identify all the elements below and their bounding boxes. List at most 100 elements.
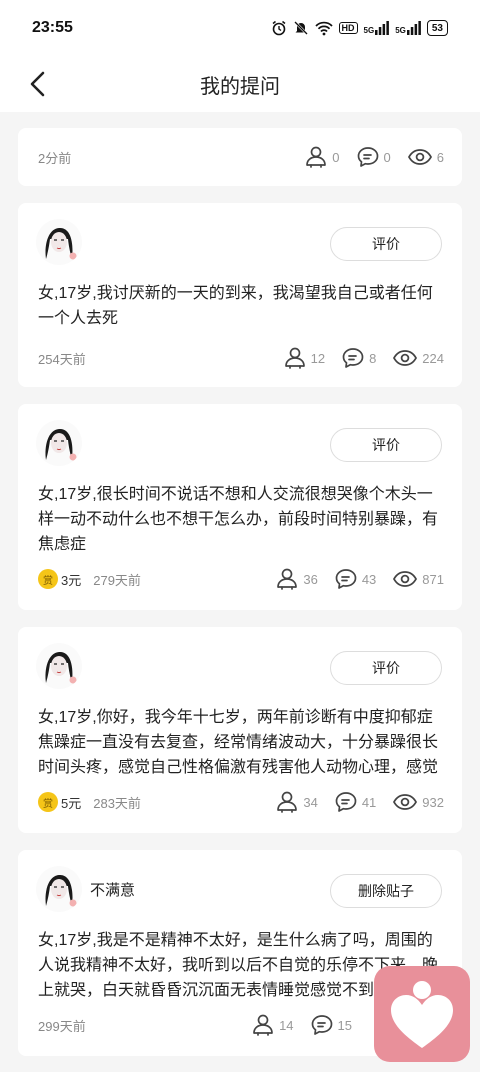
- wifi-icon: [314, 21, 333, 36]
- person-icon: [253, 1014, 273, 1036]
- person-icon: [277, 568, 298, 590]
- view-count-value: 871: [422, 571, 444, 587]
- question-text: 女,17岁,很长时间不说话不想和人交流很想哭像个木头一样一动不动什么也不想干怎么…: [38, 486, 439, 553]
- rate-button[interactable]: 评价: [330, 227, 442, 261]
- post-time: 299天前: [38, 1018, 86, 1034]
- eye-icon: [393, 571, 418, 587]
- person-icon: [284, 347, 305, 369]
- battery-indicator: 53: [426, 20, 448, 36]
- answer-count: 0: [304, 146, 340, 168]
- avatar-image: [36, 643, 82, 689]
- card-header: 不满意: [36, 866, 135, 912]
- post-time: 254天前: [38, 351, 86, 367]
- card-footer: 赏 3元 279天前 36 43 871: [38, 568, 444, 590]
- question-card[interactable]: 评价 女,17岁,很长时间不说话不想和人交流很想哭像个木头一样一动不动什么也不想…: [18, 404, 462, 610]
- card-footer: 2分前 0 0 6: [38, 146, 444, 168]
- signal-icon-1: 5G: [364, 21, 390, 35]
- comment-count: 41: [334, 791, 376, 813]
- avatar[interactable]: [36, 643, 82, 689]
- answer-count-value: 14: [279, 1017, 294, 1033]
- comment-count-value: 43: [361, 571, 377, 587]
- person-icon: [306, 146, 327, 168]
- answer-count: 12: [283, 347, 325, 369]
- view-count: 871: [392, 569, 444, 589]
- answer-count: 34: [275, 791, 318, 813]
- answer-count-value: 36: [303, 571, 318, 587]
- answer-count-value: 12: [310, 350, 326, 366]
- status-bar: 23:55 HD 5G 5G 53: [0, 0, 480, 56]
- post-time: 283天前: [93, 795, 141, 811]
- reward-coin-icon: 赏: [38, 569, 58, 589]
- signal-icon-2: 5G: [395, 21, 421, 35]
- view-count: 224: [392, 348, 444, 368]
- question-text: 女,17岁,你好，我今年十七岁，两年前诊断有中度抑郁症焦躁症一直没有去复查，经常…: [38, 709, 439, 776]
- comment-count: 15: [310, 1014, 352, 1036]
- page-header: 我的提问: [0, 56, 480, 112]
- avatar-image: [36, 219, 82, 265]
- question-card[interactable]: 2分前 0 0 6: [18, 128, 462, 186]
- avatar-image: [36, 420, 82, 466]
- rate-button[interactable]: 评价: [330, 651, 442, 685]
- signal-label-1: 5G: [363, 26, 375, 35]
- comment-count: 8: [341, 347, 376, 369]
- hd-icon: HD: [338, 22, 358, 34]
- post-time: 2分前: [38, 150, 72, 166]
- comment-icon: [311, 1015, 332, 1035]
- answer-count-value: 34: [303, 794, 318, 810]
- mute-icon: [293, 21, 308, 35]
- reward: 赏 3元: [38, 569, 81, 589]
- reward: 赏 5元: [38, 792, 81, 812]
- rating-label: 不满意: [90, 881, 136, 899]
- comment-count: 43: [334, 568, 376, 590]
- card-footer: 254天前 12 8 224: [38, 347, 444, 369]
- comment-icon: [335, 569, 357, 589]
- comment-count-value: 8: [369, 350, 377, 366]
- back-button[interactable]: [20, 66, 56, 102]
- answer-count: 36: [275, 568, 318, 590]
- chevron-left-icon: [30, 71, 45, 97]
- floating-app-button[interactable]: [374, 966, 470, 1062]
- comment-count-value: 41: [361, 794, 377, 810]
- view-count: 6: [407, 147, 444, 167]
- card-stats: 34 41 932: [259, 791, 444, 813]
- card-stats: 12 8 224: [267, 347, 444, 369]
- signal-label-2: 5G: [395, 26, 406, 35]
- comment-count-value: 0: [383, 149, 391, 165]
- view-count-value: 224: [422, 350, 444, 366]
- comment-count-value: 15: [337, 1017, 352, 1033]
- heart-person-icon: [391, 981, 453, 1048]
- question-text: 女,17岁,我讨厌新的一天的到来，我渴望我自己或者任何一个人去死: [38, 285, 433, 327]
- post-time: 279天前: [93, 572, 141, 588]
- reward-amount: 5元: [61, 795, 82, 811]
- comment-icon: [357, 147, 378, 167]
- card-stats: 0 0 6: [288, 146, 444, 168]
- delete-post-button[interactable]: 删除贴子: [330, 874, 442, 908]
- rate-button[interactable]: 评价: [330, 428, 442, 462]
- comment-icon: [335, 792, 357, 812]
- view-count-value: 932: [422, 794, 444, 810]
- question-card[interactable]: 评价 女,17岁,你好，我今年十七岁，两年前诊断有中度抑郁症焦躁症一直没有去复查…: [18, 627, 462, 833]
- card-header: [36, 219, 82, 265]
- avatar[interactable]: [36, 219, 82, 265]
- status-time: 23:55: [32, 19, 73, 36]
- reward-amount: 3元: [61, 572, 82, 588]
- question-card[interactable]: 评价 女,17岁,我讨厌新的一天的到来，我渴望我自己或者任何一个人去死 254天…: [18, 203, 462, 387]
- view-count-value: 6: [436, 149, 444, 165]
- eye-icon: [393, 350, 418, 366]
- avatar[interactable]: [36, 866, 82, 912]
- card-footer: 赏 5元 283天前 34 41 932: [38, 791, 444, 813]
- avatar-image: [36, 866, 82, 912]
- person-icon: [277, 791, 298, 813]
- page-title: 我的提问: [200, 75, 280, 98]
- alarm-icon: [272, 20, 285, 36]
- answer-count-value: 0: [332, 149, 340, 165]
- card-header: [36, 643, 82, 689]
- avatar[interactable]: [36, 420, 82, 466]
- comment-icon: [342, 348, 364, 368]
- status-icons: HD 5G 5G 53: [271, 20, 448, 36]
- card-header: [36, 420, 82, 466]
- view-count: 932: [392, 792, 444, 812]
- answer-count: 14: [251, 1014, 294, 1036]
- eye-icon: [393, 794, 418, 810]
- reward-coin-icon: 赏: [38, 792, 58, 812]
